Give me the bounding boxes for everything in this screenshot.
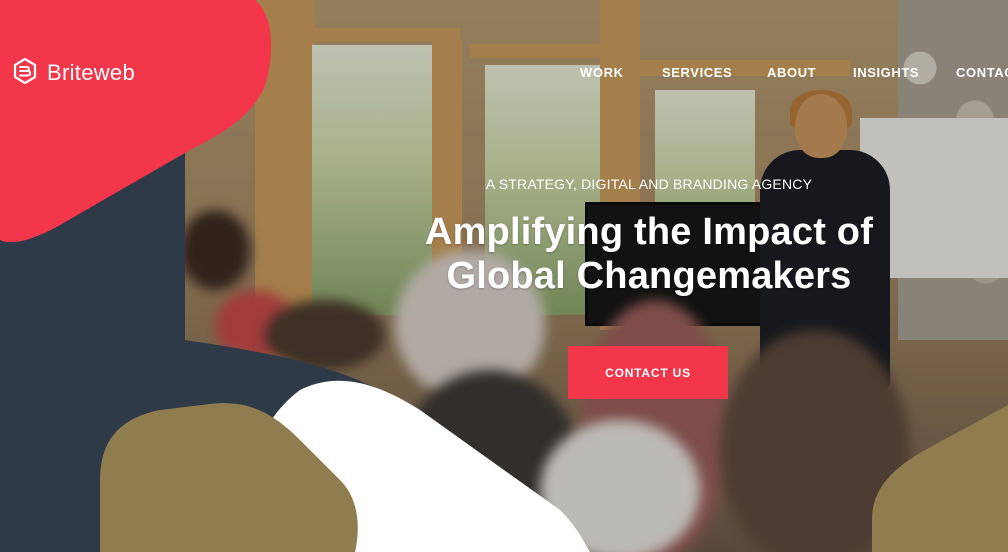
hero-section: Briteweb WORK SERVICES ABOUT INSIGHTS CO…: [0, 0, 1008, 552]
nav-insights[interactable]: INSIGHTS: [853, 65, 919, 80]
brand-logo[interactable]: Briteweb: [13, 57, 135, 88]
hero-headline: Amplifying the Impact of Global Changema…: [398, 210, 900, 298]
hexagon-b-logo-icon: [13, 57, 37, 88]
contact-us-button[interactable]: CONTACT US: [568, 346, 728, 399]
hero-content: A STRATEGY, DIGITAL AND BRANDING AGENCY …: [398, 176, 900, 298]
nav-work[interactable]: WORK: [580, 65, 624, 80]
hero-kicker: A STRATEGY, DIGITAL AND BRANDING AGENCY: [485, 176, 813, 192]
gold-shape-right: [872, 405, 1008, 552]
nav-about[interactable]: ABOUT: [767, 65, 816, 80]
nav-services[interactable]: SERVICES: [662, 65, 732, 80]
brand-name: Briteweb: [47, 60, 135, 85]
nav-contact[interactable]: CONTAC: [956, 65, 1008, 80]
headline-line-2: Global Changemakers: [446, 255, 852, 297]
headline-line-1: Amplifying the Impact of: [424, 211, 874, 253]
